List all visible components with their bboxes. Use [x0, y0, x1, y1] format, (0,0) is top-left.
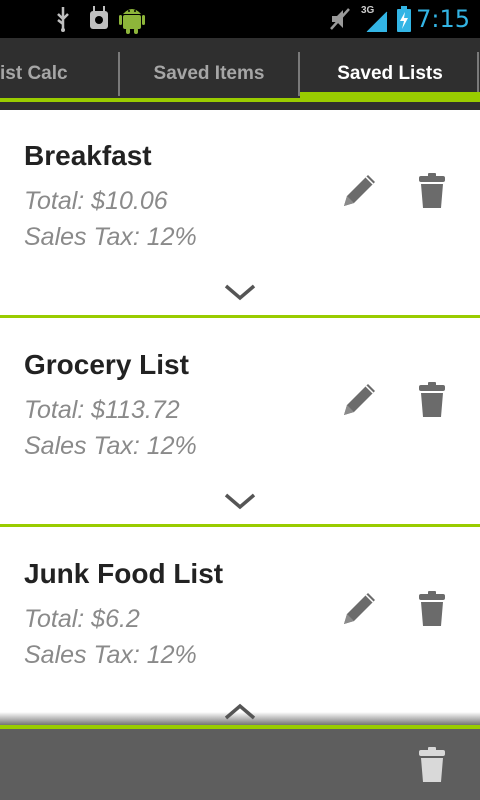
list-name: Breakfast — [24, 140, 152, 171]
signal-icon — [364, 0, 390, 38]
edit-list-button[interactable] — [336, 166, 384, 214]
expand-chevron-icon[interactable] — [220, 489, 260, 513]
list-name: Junk Food List — [24, 558, 224, 589]
tab-divider — [477, 52, 479, 96]
list-total: Total: $10.06 — [24, 187, 168, 215]
list-divider — [0, 315, 480, 318]
delete-list-button[interactable] — [410, 584, 454, 634]
delete-list-button[interactable] — [410, 375, 454, 425]
delete-all-button[interactable] — [412, 743, 452, 787]
edit-list-button[interactable] — [336, 584, 384, 632]
pencil-icon — [344, 175, 375, 206]
battery-charging-icon — [394, 0, 414, 38]
usb-icon — [52, 0, 74, 38]
android-app-icon — [118, 0, 146, 38]
list-divider — [0, 524, 480, 527]
status-time: 7:15 — [416, 5, 470, 33]
list-total: Total: $6.2 — [24, 605, 140, 633]
trash-icon — [419, 747, 445, 782]
saved-list-item[interactable]: Junk Food List Total: $6.2 Sales Tax: 12… — [0, 528, 480, 712]
trash-icon — [419, 382, 445, 417]
status-bar: 3G 7:15 — [0, 0, 480, 38]
expand-chevron-icon[interactable] — [220, 280, 260, 304]
pencil-icon — [344, 593, 375, 624]
delete-list-button[interactable] — [410, 166, 454, 216]
trash-icon — [419, 591, 445, 626]
saved-list-item[interactable]: Breakfast Total: $10.06 Sales Tax: 12% — [0, 110, 480, 319]
android-debug-icon — [86, 0, 112, 38]
list-total: Total: $113.72 — [24, 396, 180, 424]
saved-list-item[interactable]: Grocery List Total: $113.72 Sales Tax: 1… — [0, 319, 480, 528]
trash-icon — [419, 173, 445, 208]
list-name: Grocery List — [24, 349, 189, 380]
edit-list-button[interactable] — [336, 375, 384, 423]
collapse-chevron-icon[interactable] — [220, 700, 260, 724]
bottom-action-bar — [0, 729, 480, 800]
mute-icon — [328, 0, 352, 38]
pencil-icon — [344, 384, 375, 415]
tab-label: Saved Lists — [337, 63, 443, 84]
tab-label: Saved Items — [153, 63, 265, 84]
tab-label: ist Calc — [0, 63, 68, 84]
app-root: 3G 7:15 ist Calc Saved Items Saved Lists… — [0, 0, 480, 800]
list-sales-tax: Sales Tax: 12% — [24, 223, 197, 251]
list-sales-tax: Sales Tax: 12% — [24, 432, 197, 460]
list-sales-tax: Sales Tax: 12% — [24, 641, 197, 669]
tab-indicator-active — [300, 92, 480, 102]
